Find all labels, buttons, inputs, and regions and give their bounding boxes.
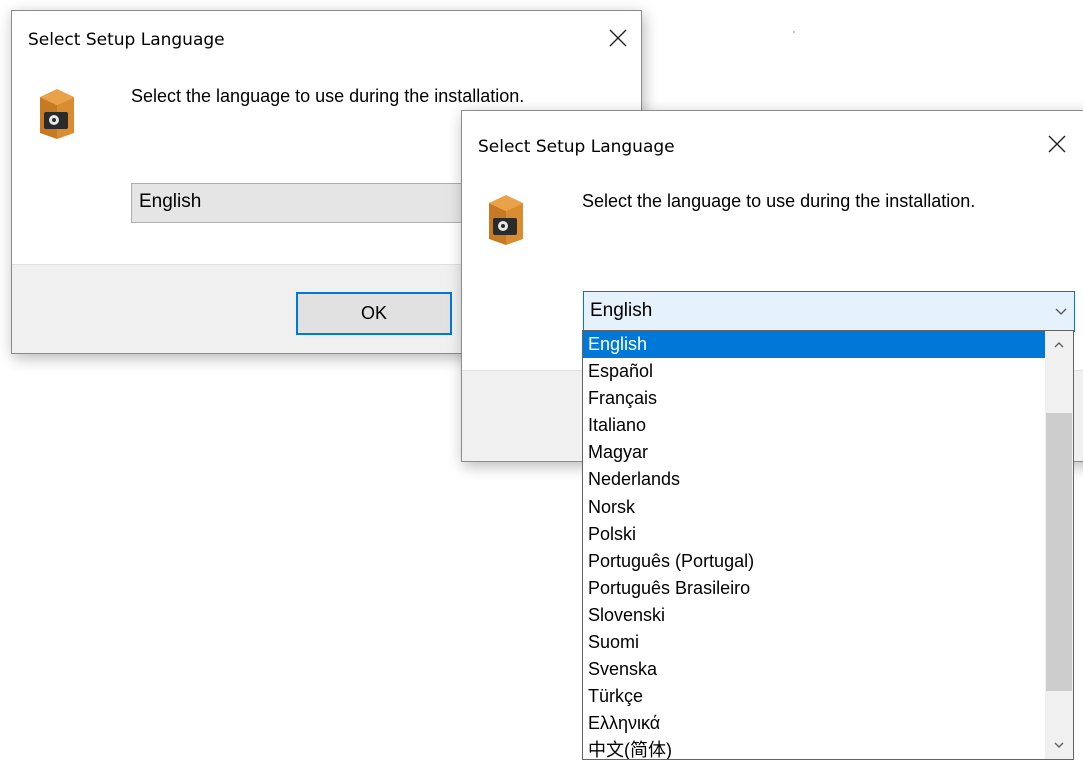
chevron-down-icon (1055, 308, 1067, 315)
dialog-title: Select Setup Language (28, 30, 225, 50)
list-item[interactable]: Português (Portugal) (583, 548, 1045, 575)
close-icon (1048, 135, 1066, 153)
list-item[interactable]: Magyar (583, 439, 1045, 466)
ok-button[interactable]: OK (296, 292, 452, 335)
language-select-value: English (139, 191, 202, 212)
list-item[interactable]: Türkçe (583, 683, 1045, 710)
list-item[interactable]: Português Brasileiro (583, 575, 1045, 602)
scrollbar-thumb[interactable] (1046, 413, 1072, 691)
title-bar: Select Setup Language (462, 111, 1083, 171)
list-item[interactable]: Slovenski (583, 602, 1045, 629)
list-item[interactable]: 中文(简体) (583, 737, 1045, 759)
chevron-up-icon (1054, 342, 1064, 348)
language-dropdown-list[interactable]: English Español Français Italiano Magyar… (582, 330, 1074, 760)
list-item[interactable]: Svenska (583, 656, 1045, 683)
language-select[interactable]: English (583, 291, 1075, 332)
list-item[interactable]: Nederlands (583, 466, 1045, 493)
list-item[interactable]: English (583, 331, 1045, 359)
scroll-down-button[interactable] (1045, 731, 1073, 759)
language-select-value: English (590, 300, 653, 321)
background-dot (793, 31, 795, 33)
list-item[interactable]: Norsk (583, 494, 1045, 521)
prompt-text: Select the language to use during the in… (582, 191, 976, 211)
chevron-down-icon (1054, 742, 1064, 748)
close-button[interactable] (1034, 125, 1080, 163)
close-button[interactable] (595, 19, 641, 57)
list-item[interactable]: Ελληνικά (583, 710, 1045, 737)
list-item[interactable]: Polski (583, 521, 1045, 548)
setup-box-icon (37, 83, 77, 146)
list-item[interactable]: Français (583, 385, 1045, 412)
vertical-scrollbar[interactable] (1045, 331, 1073, 759)
ok-label: OK (360, 303, 387, 323)
language-options: English Español Français Italiano Magyar… (583, 331, 1045, 759)
title-bar: Select Setup Language (12, 11, 641, 67)
prompt-text: Select the language to use during the in… (131, 86, 525, 106)
dialog-title: Select Setup Language (478, 137, 675, 157)
list-item[interactable]: Italiano (583, 412, 1045, 439)
list-item[interactable]: Suomi (583, 629, 1045, 656)
setup-box-icon (486, 189, 526, 252)
list-item[interactable]: Español (583, 358, 1045, 385)
close-icon (609, 29, 627, 47)
scroll-up-button[interactable] (1045, 331, 1073, 359)
